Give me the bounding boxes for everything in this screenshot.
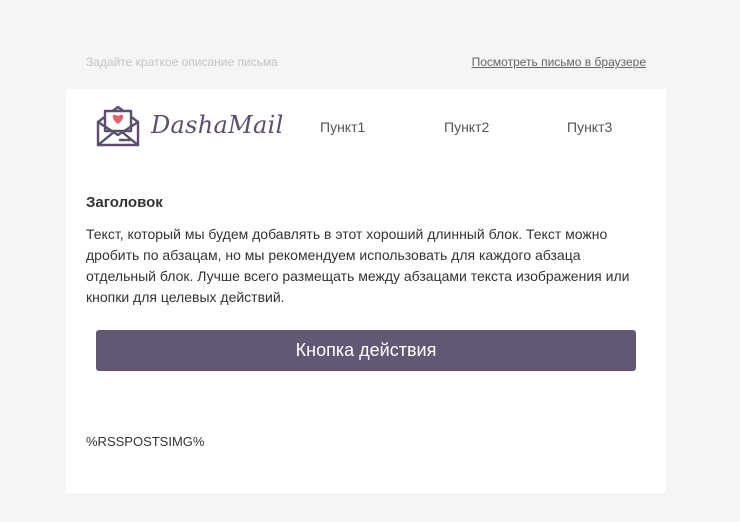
- nav-item-1[interactable]: Пункт1: [320, 119, 365, 135]
- preheader-text: Задайте краткое описание письма: [86, 55, 278, 69]
- view-in-browser-link[interactable]: Посмотреть письмо в браузере: [472, 55, 646, 69]
- rss-posts-placeholder: %RSSPOSTSIMG%: [86, 434, 205, 449]
- logo[interactable]: DashaMail: [95, 102, 284, 148]
- content-heading: Заголовок: [86, 194, 163, 211]
- action-button[interactable]: Кнопка действия: [96, 330, 636, 371]
- email-card: DashaMail Пункт1 Пункт2 Пункт3 Заголовок…: [66, 89, 666, 493]
- content-body: Текст, который мы будем добавлять в этот…: [86, 226, 630, 305]
- nav-item-2[interactable]: Пункт2: [444, 119, 489, 135]
- nav-item-3[interactable]: Пункт3: [567, 119, 612, 135]
- logo-text: DashaMail: [151, 111, 284, 139]
- envelope-heart-icon: [96, 105, 140, 147]
